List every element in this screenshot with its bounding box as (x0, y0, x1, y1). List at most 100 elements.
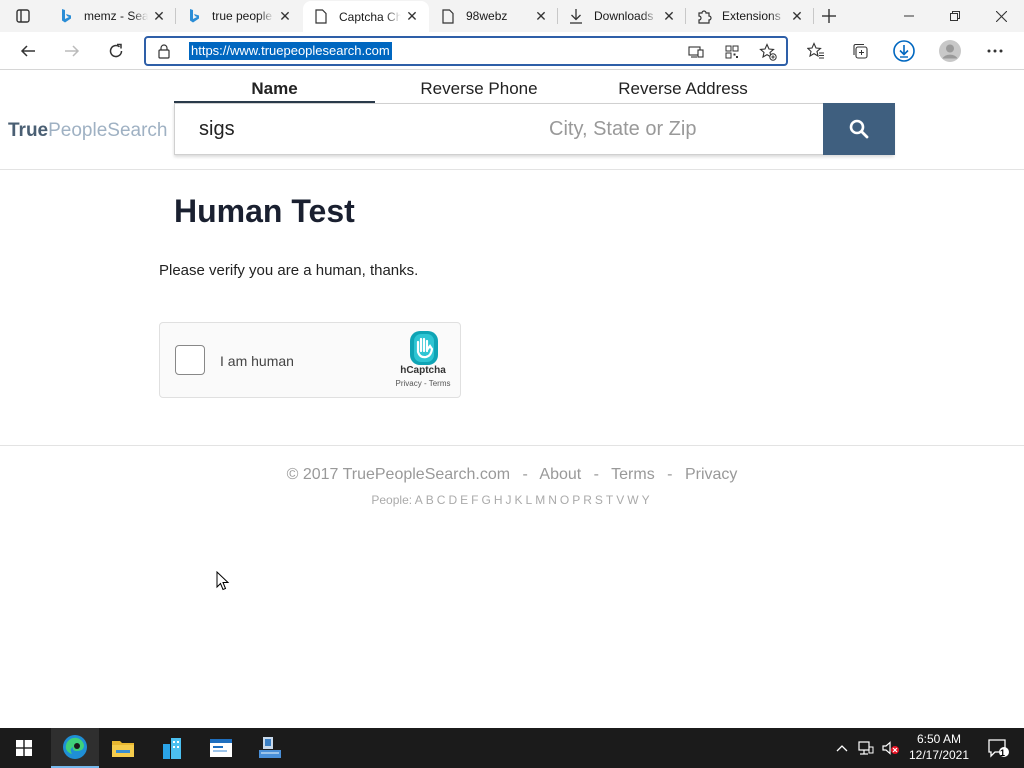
new-tab-button[interactable] (816, 4, 842, 28)
add-favorite-icon[interactable] (757, 41, 779, 63)
footer-separator: - (593, 466, 599, 483)
taskbar-file-explorer[interactable] (99, 728, 147, 768)
minimize-button[interactable] (886, 0, 932, 32)
privacy-link[interactable]: Privacy (685, 466, 737, 483)
people-letter-link[interactable]: K (515, 493, 523, 507)
about-link[interactable]: About (539, 466, 581, 483)
notification-count: 1 (1000, 748, 1006, 758)
tab-actions-icon (16, 9, 30, 23)
chevron-up-icon[interactable] (836, 744, 848, 752)
people-letter-link[interactable]: S (595, 493, 603, 507)
captcha-label: I am human (220, 353, 294, 369)
taskbar-app-network[interactable] (246, 728, 294, 768)
app-available-icon[interactable] (685, 41, 707, 63)
taskbar-edge[interactable] (51, 728, 99, 768)
close-tab-icon[interactable]: ✕ (658, 5, 680, 27)
tab-name-search[interactable]: Name (174, 79, 375, 103)
refresh-button[interactable] (101, 36, 131, 66)
download-circle-icon (893, 40, 915, 62)
profile-button[interactable] (935, 36, 965, 66)
start-button[interactable] (0, 728, 48, 768)
page-subtitle: Please verify you are a human, thanks. (159, 262, 419, 279)
system-tray (836, 728, 900, 768)
search-button[interactable] (823, 103, 895, 155)
people-letter-link[interactable]: J (506, 493, 512, 507)
tab-98webz[interactable]: 98webz ✕ (430, 0, 558, 32)
people-letter-link[interactable]: D (448, 493, 457, 507)
tab-true-people-search[interactable]: true people search ✕ (176, 0, 302, 32)
tab-title: Downloads (594, 9, 654, 23)
plus-icon (822, 9, 836, 23)
favorites-icon (807, 42, 824, 59)
people-letter-link[interactable]: Y (642, 493, 650, 507)
taskbar-app-buildings[interactable] (148, 728, 196, 768)
hcaptcha-links[interactable]: Privacy - Terms (388, 379, 458, 388)
download-icon (568, 8, 584, 24)
edge-icon (63, 735, 87, 759)
location-input[interactable]: City, State or Zip (549, 118, 696, 141)
terms-link[interactable]: Terms (611, 466, 655, 483)
arrow-right-icon (65, 45, 80, 57)
tab-downloads[interactable]: Downloads ✕ (558, 0, 686, 32)
settings-more-button[interactable] (980, 36, 1010, 66)
people-letter-link[interactable]: L (526, 493, 533, 507)
restore-button[interactable] (932, 0, 978, 32)
back-button[interactable] (13, 36, 43, 66)
lock-icon[interactable] (156, 43, 172, 59)
tab-title: Captcha Challenge (339, 9, 401, 24)
people-letter-link[interactable]: W (627, 493, 638, 507)
mouse-cursor-icon (216, 571, 230, 591)
address-bar[interactable]: https://www.truepeoplesearch.com (144, 36, 788, 66)
search-form: sigs City, State or Zip (174, 103, 895, 155)
people-letter-link[interactable]: G (481, 493, 490, 507)
url-text[interactable]: https://www.truepeoplesearch.com (189, 42, 392, 60)
people-letter-link[interactable]: V (616, 493, 624, 507)
hcaptcha-logo-icon (410, 331, 438, 365)
tab-captcha-challenge[interactable]: Captcha Challenge ✕ (303, 1, 429, 32)
people-letter-link[interactable]: P (572, 493, 580, 507)
people-letter-link[interactable]: M (535, 493, 545, 507)
site-logo[interactable]: TruePeopleSearch (8, 120, 168, 142)
people-letter-link[interactable]: O (560, 493, 569, 507)
collections-button[interactable] (845, 36, 875, 66)
puzzle-icon (696, 8, 712, 24)
close-tab-icon[interactable]: ✕ (786, 5, 808, 27)
header-divider (0, 169, 1024, 170)
tab-reverse-phone[interactable]: Reverse Phone (379, 79, 579, 103)
tab-title: 98webz (466, 9, 508, 23)
people-letter-link[interactable]: R (583, 493, 592, 507)
volume-muted-icon[interactable] (882, 741, 900, 755)
people-letter-link[interactable]: B (426, 493, 434, 507)
tab-reverse-address[interactable]: Reverse Address (583, 79, 783, 103)
captcha-checkbox[interactable] (175, 345, 205, 375)
close-tab-icon[interactable]: ✕ (401, 6, 423, 28)
people-letter-link[interactable]: T (606, 493, 613, 507)
people-letter-link[interactable]: H (494, 493, 503, 507)
minimize-icon (904, 15, 914, 17)
downloads-button[interactable] (889, 36, 919, 66)
close-tab-icon[interactable]: ✕ (274, 5, 296, 27)
tab-extensions[interactable]: Extensions ✕ (686, 0, 814, 32)
close-tab-icon[interactable]: ✕ (530, 5, 552, 27)
people-letter-link[interactable]: N (548, 493, 557, 507)
more-icon (987, 49, 1003, 53)
people-letter-link[interactable]: E (460, 493, 468, 507)
favorites-button[interactable] (801, 36, 831, 66)
close-window-button[interactable] (978, 0, 1024, 32)
people-letter-link[interactable]: C (437, 493, 446, 507)
tab-memz-search[interactable]: memz - Search ✕ (48, 0, 176, 32)
system-clock[interactable]: 6:50 AM 12/17/2021 (900, 731, 978, 763)
network-icon[interactable] (858, 741, 874, 755)
taskbar-app-window[interactable] (197, 728, 245, 768)
collections-icon (853, 43, 868, 59)
tab-actions-button[interactable] (8, 5, 38, 27)
name-search-input[interactable]: sigs (199, 118, 235, 141)
close-tab-icon[interactable]: ✕ (148, 5, 170, 27)
page-title: Human Test (174, 193, 355, 229)
qr-code-icon[interactable] (721, 41, 743, 63)
forward-button[interactable] (57, 36, 87, 66)
footer-separator: - (667, 466, 673, 483)
people-letter-link[interactable]: A (415, 493, 423, 507)
people-letter-link[interactable]: F (471, 493, 478, 507)
action-center-button[interactable]: 1 (978, 728, 1018, 768)
